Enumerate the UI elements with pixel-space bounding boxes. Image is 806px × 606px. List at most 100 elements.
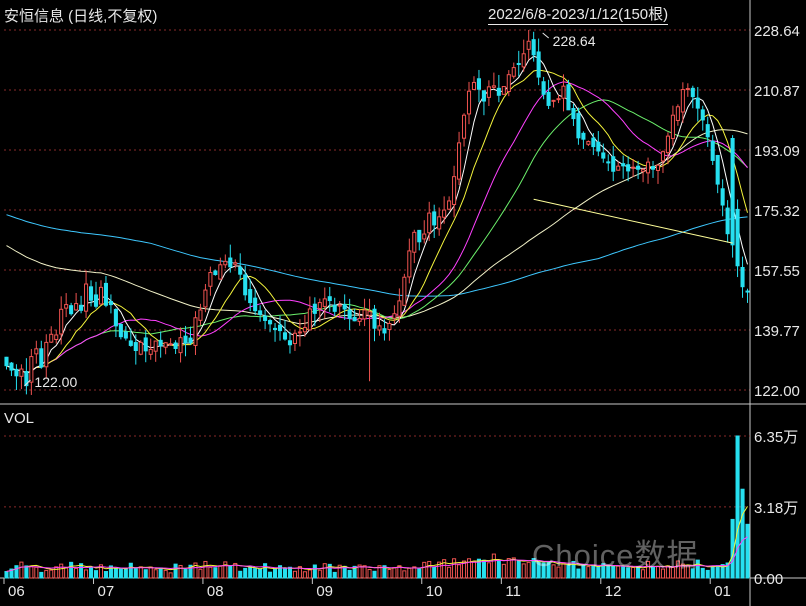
candle-body [621,163,626,167]
candle-body [258,310,263,315]
volume-bar [198,568,203,579]
volume-tick-label: 3.18万 [754,500,798,517]
volume-bar [69,561,74,579]
candle-body [362,309,367,320]
candle-body [720,188,725,206]
candle-body [14,368,19,377]
volume-bar [44,569,49,579]
volume-bar [39,571,44,579]
candle-body [88,286,94,301]
candle-body [496,87,501,96]
volume-bar [178,564,183,579]
candle-body [9,362,14,371]
volume-bar [74,567,79,579]
price-tick-label: 122.00 [754,383,800,400]
volume-bar [103,571,108,579]
volume-bar [486,562,491,579]
candle-body [367,311,372,316]
candle-body [397,300,402,317]
volume-bar [491,553,496,579]
candle-body [69,305,74,315]
candle-body [98,286,104,305]
price-tick-label: 175.32 [754,203,800,220]
volume-bar [158,567,163,579]
candle-body [452,176,457,205]
volume-bar [4,571,9,579]
volume-bar [153,569,158,579]
candle-body [685,88,690,91]
candle-body [471,81,477,90]
candle-body [4,356,9,367]
candle-body [521,53,526,68]
volume-bar [362,565,367,579]
candle-body [282,332,288,340]
ma20-line [6,81,748,374]
candle-body [238,266,243,275]
volume-bar [19,561,24,579]
volume-pane-label: VOL [4,410,35,427]
candle-body [437,216,442,230]
volume-bar [34,566,39,579]
volume-bar [282,567,288,579]
candle-body [407,250,412,278]
candle-body [705,124,710,138]
candle-body [735,208,740,267]
candle-body [128,340,133,346]
volume-bar [248,566,253,579]
volume-bar [113,568,118,579]
candle-body [39,348,44,368]
volume-bar [457,564,462,579]
candle-body [457,142,462,180]
volume-tick-label: 6.35万 [754,429,798,446]
volume-bar [14,565,19,579]
volume-bar [367,569,372,579]
candle-body [138,341,143,355]
high-arrow [542,32,550,39]
candle-body [173,342,178,349]
candle-body [461,114,467,139]
candle-body [601,152,606,159]
candle-body [675,106,680,121]
candle-body [616,165,621,171]
candle-body [646,161,651,174]
candle-body [427,212,432,234]
month-tick-label: 09 [316,583,333,600]
volume-bar [93,570,99,579]
volume-bar [138,566,143,579]
candle-body [626,164,631,172]
candle-body [248,289,253,304]
candle-body [606,161,611,164]
candle-body [680,89,685,113]
volume-bar [243,567,248,579]
candle-body [481,90,486,102]
volume-bar [501,563,506,579]
candle-body [611,156,616,172]
candle-body [382,328,387,334]
candle-body [327,296,332,302]
volume-tick-label: 0.00 [754,571,783,588]
candle-body [551,99,556,102]
volume-bar [407,567,412,579]
low-price-annotation: 122.00 [34,374,77,390]
volume-bar [471,561,477,579]
candle-body [561,85,566,99]
volume-bar [715,565,720,579]
volume-bar [705,569,710,579]
candle-body [158,339,163,347]
candle-body [317,302,322,309]
candle-body [332,304,337,312]
candle-body [387,322,392,330]
candle-body [641,169,646,172]
candle-body [576,113,581,139]
candle-body [466,90,472,115]
date-range-selector[interactable]: 2022/6/8-2023/1/12(150根) [488,5,669,25]
candle-body [531,39,536,56]
volume-bar [481,559,486,579]
volume-bar [521,563,526,579]
candle-body [700,109,705,121]
volume-bar [163,569,168,579]
volume-bar [710,565,715,579]
volume-bar [258,569,263,579]
candle-body [19,368,24,377]
candle-body [715,154,720,185]
